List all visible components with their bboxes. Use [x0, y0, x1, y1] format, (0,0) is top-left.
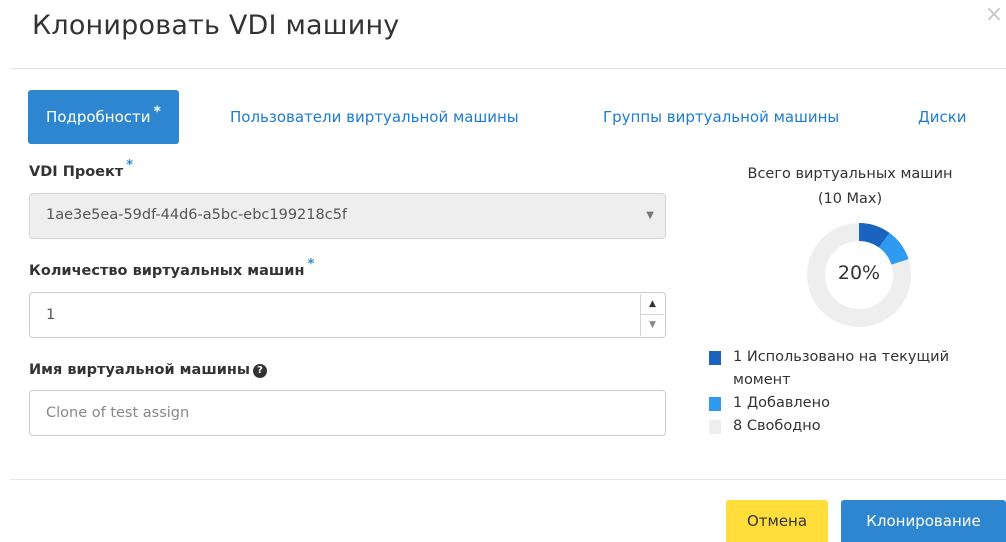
- project-select[interactable]: 1ae3e5ea-59df-44d6-a5bc-ebc199218c5f ▼: [29, 193, 666, 239]
- count-label: Количество виртуальных машин *: [29, 257, 315, 279]
- project-label: VDI Проект *: [29, 158, 134, 180]
- quota-legend: 1 Использовано на текущий момент 1 Добав…: [709, 346, 999, 438]
- clone-button[interactable]: Клонирование: [841, 500, 1006, 542]
- legend-swatch-added: [709, 397, 721, 411]
- quota-percent: 20%: [837, 262, 881, 284]
- legend-swatch-used: [709, 351, 721, 365]
- close-icon[interactable]: ×: [983, 4, 1005, 26]
- tab-details[interactable]: Подробности *: [28, 90, 179, 144]
- footer-divider: [10, 479, 1006, 480]
- cancel-button[interactable]: Отмена: [726, 500, 828, 542]
- decrement-arrow-icon[interactable]: ▼: [640, 315, 664, 336]
- count-input[interactable]: [29, 292, 666, 338]
- legend-item-free: 8 Свободно: [709, 415, 999, 438]
- quota-title: Всего виртуальных машин: [747, 166, 953, 182]
- vm-name-label: Имя виртуальной машины?: [29, 362, 268, 379]
- required-asterisk: *: [307, 257, 315, 272]
- modal-title: Клонировать VDI машину: [32, 10, 400, 41]
- vm-name-input[interactable]: [29, 390, 666, 436]
- chevron-down-icon: ▼: [646, 210, 654, 221]
- legend-swatch-free: [709, 420, 721, 434]
- legend-item-added: 1 Добавлено: [709, 392, 999, 415]
- legend-item-used: 1 Использовано на текущий момент: [709, 346, 999, 392]
- tab-vm-users[interactable]: Пользователи виртуальной машины: [230, 90, 519, 144]
- required-asterisk: *: [153, 104, 161, 120]
- project-select-value: 1ae3e5ea-59df-44d6-a5bc-ebc199218c5f: [46, 207, 348, 223]
- tab-disks[interactable]: Диски: [918, 90, 967, 144]
- question-circle-icon[interactable]: ?: [253, 364, 268, 378]
- quota-max: (10 Max): [817, 191, 883, 207]
- required-asterisk: *: [126, 158, 134, 173]
- header-divider: [10, 68, 1006, 69]
- tab-vm-groups[interactable]: Группы виртуальной машины: [603, 90, 839, 144]
- increment-arrow-icon[interactable]: ▲: [640, 294, 664, 315]
